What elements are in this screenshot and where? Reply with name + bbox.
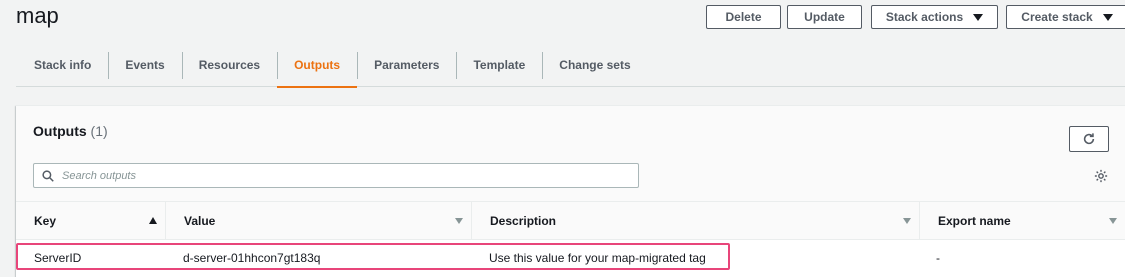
column-header-export-name-label: Export name	[938, 213, 1011, 228]
tab-label: Parameters	[374, 58, 440, 72]
column-header-export-name[interactable]: Export name	[919, 202, 1125, 240]
stack-actions-label: Stack actions	[885, 10, 964, 24]
tab-events[interactable]: Events	[108, 44, 181, 87]
tab-label: Change sets	[559, 58, 631, 72]
column-header-key-label: Key	[34, 213, 57, 228]
stack-title: map	[16, 3, 59, 28]
delete-button-label: Delete	[725, 10, 762, 24]
search-input[interactable]	[62, 169, 602, 182]
tab-label: Events	[125, 58, 165, 72]
tab-parameters[interactable]: Parameters	[357, 44, 456, 87]
create-stack-dropdown[interactable]: Create stack	[1006, 5, 1125, 29]
gear-icon	[1094, 169, 1108, 183]
cell-export-name: -	[936, 251, 940, 265]
update-button[interactable]: Update	[787, 5, 862, 29]
tab-label: Outputs	[294, 58, 341, 72]
caret-down-icon	[973, 13, 984, 21]
tab-label: Resources	[198, 58, 261, 72]
tab-label: Stack info	[34, 58, 92, 72]
update-button-label: Update	[804, 10, 845, 24]
tab-change-sets[interactable]: Change sets	[542, 44, 647, 87]
column-header-value[interactable]: Value	[165, 202, 471, 240]
highlight-box	[16, 243, 730, 270]
refresh-icon	[1083, 133, 1095, 145]
search-outputs-field[interactable]	[33, 163, 639, 188]
tab-template[interactable]: Template	[456, 44, 542, 87]
refresh-button[interactable]	[1069, 126, 1109, 152]
panel-count: (1)	[90, 123, 108, 139]
search-icon	[42, 169, 54, 182]
panel-title-text: Outputs	[33, 123, 87, 139]
delete-button[interactable]: Delete	[706, 5, 781, 29]
column-header-description-label: Description	[490, 213, 557, 228]
outputs-panel-header: Outputs (1)	[16, 106, 1125, 202]
column-header-description[interactable]: Description	[471, 202, 919, 240]
column-header-key[interactable]: Key	[16, 202, 165, 240]
tab-bar: Stack info Events Resources Outputs Para…	[16, 44, 1125, 88]
sort-icon	[903, 217, 911, 224]
tab-resources[interactable]: Resources	[181, 44, 277, 87]
tab-stack-info[interactable]: Stack info	[16, 44, 108, 87]
caret-down-icon	[1102, 13, 1113, 21]
outputs-panel: Outputs (1) Key Value	[16, 105, 1125, 277]
tab-outputs[interactable]: Outputs	[277, 44, 358, 88]
sort-ascending-icon	[149, 217, 157, 224]
table-settings-button[interactable]	[1093, 168, 1109, 184]
column-header-value-label: Value	[184, 213, 216, 228]
sort-icon	[1109, 217, 1117, 224]
tab-label: Template	[473, 58, 526, 72]
sort-icon	[455, 217, 463, 224]
create-stack-label: Create stack	[1021, 10, 1093, 24]
stack-actions-dropdown[interactable]: Stack actions	[871, 5, 998, 29]
panel-title: Outputs (1)	[33, 123, 108, 139]
